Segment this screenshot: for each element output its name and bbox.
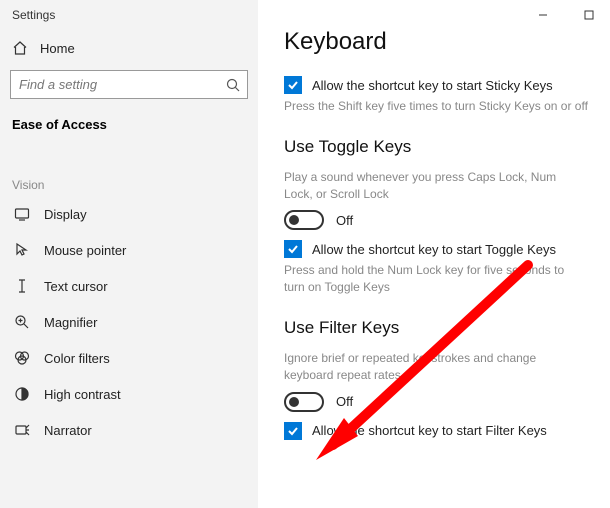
window-controls xyxy=(528,4,604,26)
sidebar-item-label: Mouse pointer xyxy=(44,243,126,258)
toggle-keys-desc: Play a sound whenever you press Caps Loc… xyxy=(284,169,588,203)
toggle-keys-shortcut-label: Allow the shortcut key to start Toggle K… xyxy=(312,242,556,257)
page-title: Keyboard xyxy=(284,28,588,56)
search-wrap xyxy=(10,70,248,99)
group-head-vision: Vision xyxy=(0,138,258,196)
sidebar-item-narrator[interactable]: Narrator xyxy=(0,412,258,448)
search-input[interactable] xyxy=(10,70,248,99)
toggle-keys-desc2: Press and hold the Num Lock key for five… xyxy=(284,262,588,296)
filter-keys-heading: Use Filter Keys xyxy=(284,318,588,338)
checkbox-checked-icon xyxy=(284,422,302,440)
sidebar-item-label: Color filters xyxy=(44,351,110,366)
sidebar-item-color-filters[interactable]: Color filters xyxy=(0,340,258,376)
toggle-keys-shortcut-checkbox-row[interactable]: Allow the shortcut key to start Toggle K… xyxy=(284,240,588,258)
active-section[interactable]: Ease of Access xyxy=(0,113,258,138)
home-label: Home xyxy=(40,41,75,56)
filter-keys-shortcut-label: Allow the shortcut key to start Filter K… xyxy=(312,423,547,438)
home-icon xyxy=(12,40,28,56)
app-title: Settings xyxy=(0,0,258,32)
narrator-icon xyxy=(14,422,30,438)
minimize-button[interactable] xyxy=(528,4,558,26)
text-cursor-icon xyxy=(14,278,30,294)
display-icon xyxy=(14,206,30,222)
filter-keys-toggle[interactable] xyxy=(284,392,324,412)
sidebar: Settings Home Ease of Access Vision Disp… xyxy=(0,0,258,508)
magnifier-icon xyxy=(14,314,30,330)
color-filters-icon xyxy=(14,350,30,366)
sidebar-item-magnifier[interactable]: Magnifier xyxy=(0,304,258,340)
toggle-keys-toggle[interactable] xyxy=(284,210,324,230)
sidebar-item-label: Display xyxy=(44,207,87,222)
sidebar-item-text-cursor[interactable]: Text cursor xyxy=(0,268,258,304)
filter-keys-desc: Ignore brief or repeated keystrokes and … xyxy=(284,350,588,384)
sticky-keys-shortcut-label: Allow the shortcut key to start Sticky K… xyxy=(312,78,553,93)
filter-keys-shortcut-checkbox-row[interactable]: Allow the shortcut key to start Filter K… xyxy=(284,422,588,440)
sidebar-item-mouse-pointer[interactable]: Mouse pointer xyxy=(0,232,258,268)
main-panel: Keyboard Allow the shortcut key to start… xyxy=(258,0,610,508)
filter-keys-toggle-row: Off xyxy=(284,392,588,412)
sidebar-item-label: High contrast xyxy=(44,387,121,402)
search-icon xyxy=(226,78,240,92)
high-contrast-icon xyxy=(14,386,30,402)
filter-keys-state: Off xyxy=(336,394,353,409)
sticky-keys-desc: Press the Shift key five times to turn S… xyxy=(284,98,588,115)
home-nav[interactable]: Home xyxy=(0,32,258,66)
toggle-keys-state: Off xyxy=(336,213,353,228)
sidebar-item-label: Text cursor xyxy=(44,279,108,294)
maximize-button[interactable] xyxy=(574,4,604,26)
sidebar-item-display[interactable]: Display xyxy=(0,196,258,232)
sidebar-item-high-contrast[interactable]: High contrast xyxy=(0,376,258,412)
mouse-pointer-icon xyxy=(14,242,30,258)
checkbox-checked-icon xyxy=(284,240,302,258)
toggle-keys-heading: Use Toggle Keys xyxy=(284,137,588,157)
checkbox-checked-icon xyxy=(284,76,302,94)
toggle-keys-toggle-row: Off xyxy=(284,210,588,230)
sidebar-item-label: Narrator xyxy=(44,423,92,438)
sticky-keys-shortcut-checkbox-row[interactable]: Allow the shortcut key to start Sticky K… xyxy=(284,76,588,94)
sidebar-item-label: Magnifier xyxy=(44,315,97,330)
